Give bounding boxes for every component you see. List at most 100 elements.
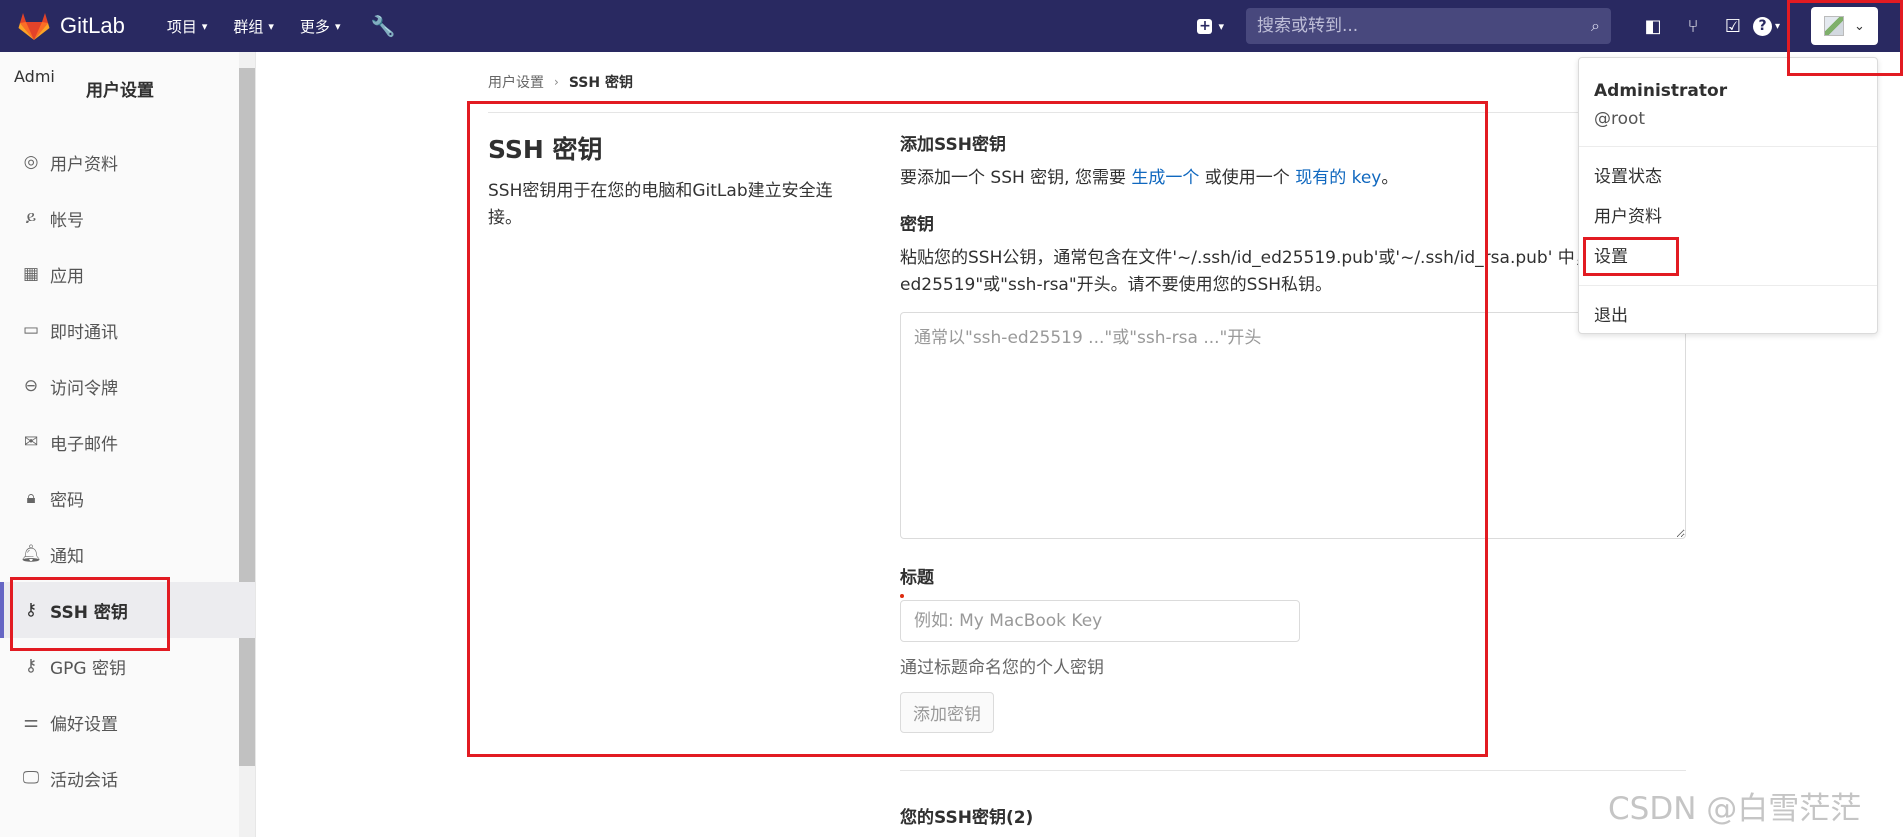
settings-sidebar: Admi 用户设置 ◎ 用户资料 ይ 帐号 ▦ 应用 ▭ 即时通讯 ⊖ 访问令牌… xyxy=(0,52,256,837)
comment-icon: ▭ xyxy=(22,320,40,340)
divider xyxy=(900,770,1686,771)
dropdown-user-info[interactable]: Administrator @root xyxy=(1579,58,1877,147)
title-field-help: 通过标题命名您的个人密钥 xyxy=(900,658,1104,678)
user-avatar-dropdown[interactable]: ⌄ xyxy=(1811,7,1878,45)
gitlab-logo-icon xyxy=(18,13,50,40)
sidebar-item-password[interactable]: 🔒︎ 密码 xyxy=(0,470,255,526)
user-handle: @root xyxy=(1594,109,1646,129)
search-input[interactable] xyxy=(1257,16,1592,36)
main-menu: 项目 ▾ 群组 ▾ 更多 ▾ 🔧 xyxy=(167,14,396,38)
ssh-keys-list-heading: 您的SSH密钥(2) xyxy=(900,808,1034,828)
menu-projects-label: 项目 xyxy=(166,17,197,36)
sidebar-item-profile[interactable]: ◎ 用户资料 xyxy=(0,134,255,190)
menu-more-label: 更多 xyxy=(299,17,330,36)
sidebar-item-label: GPG 密钥 xyxy=(50,658,127,679)
watermark: CSDN @白雪茫茫 xyxy=(1608,791,1862,827)
sidebar-item-active-sessions[interactable]: 🖵 活动会话 xyxy=(0,750,255,806)
chevron-down-icon: ▾ xyxy=(334,19,341,33)
sidebar-title: 用户设置 xyxy=(86,80,154,101)
menu-more[interactable]: 更多 ▾ xyxy=(300,14,341,38)
key-title-input[interactable] xyxy=(900,600,1300,642)
user-name: Administrator xyxy=(1594,81,1728,101)
sidebar-item-account[interactable]: ይ 帐号 xyxy=(0,190,255,246)
sidebar-item-label: 用户资料 xyxy=(50,154,118,175)
chevron-right-icon: › xyxy=(554,75,559,89)
help-icon: ? xyxy=(1753,16,1772,36)
breadcrumb-current[interactable]: SSH 密钥 xyxy=(569,72,633,92)
chevron-down-icon: ▾ xyxy=(268,19,274,33)
avatar-alt-text: Admi xyxy=(14,68,55,86)
existing-key-link[interactable]: 现有的 key xyxy=(1295,168,1381,188)
bell-icon: 🔔︎ xyxy=(20,544,42,564)
sidebar-item-label: SSH 密钥 xyxy=(50,602,128,623)
sidebar-nav: ◎ 用户资料 ይ 帐号 ▦ 应用 ▭ 即时通讯 ⊖ 访问令牌 ✉ 电子邮件 🔒︎… xyxy=(0,134,255,806)
user-circle-icon: ◎ xyxy=(23,152,39,172)
sidebar-item-label: 通知 xyxy=(50,546,84,567)
menu-groups[interactable]: 群组 ▾ xyxy=(233,14,274,38)
sidebar-item-label: 访问令牌 xyxy=(50,378,118,399)
sidebar-header[interactable]: Admi 用户设置 xyxy=(0,52,255,124)
todo-icon[interactable]: ☑ xyxy=(1713,16,1753,37)
issues-icon[interactable]: ◧ xyxy=(1633,16,1673,37)
sidebar-item-applications[interactable]: ▦ 应用 xyxy=(0,246,255,302)
divider xyxy=(488,112,1688,113)
grid-icon: ▦ xyxy=(22,264,40,284)
chevron-down-icon: ⌄ xyxy=(1854,18,1865,34)
menu-item-profile[interactable]: 用户资料 xyxy=(1579,197,1877,237)
sidebar-item-label: 帐号 xyxy=(50,210,84,231)
token-icon: ⊖ xyxy=(23,376,39,396)
gitlab-home-link[interactable]: GitLab xyxy=(18,11,125,41)
sidebar-item-label: 活动会话 xyxy=(50,770,118,791)
chevron-down-icon: ▾ xyxy=(1218,19,1224,33)
required-indicator xyxy=(900,594,904,598)
new-item-dropdown[interactable]: + ▾ xyxy=(1197,18,1224,34)
menu-item-set-status[interactable]: 设置状态 xyxy=(1579,157,1877,197)
lock-icon: 🔒︎ xyxy=(26,488,36,508)
breadcrumb-parent-link[interactable]: 用户设置 xyxy=(488,72,544,92)
monitor-icon: 🖵 xyxy=(22,768,40,788)
avatar xyxy=(1824,16,1845,36)
menu-projects[interactable]: 项目 ▾ xyxy=(167,14,208,38)
add-key-button[interactable]: 添加密钥 xyxy=(900,692,994,733)
help-dropdown[interactable]: ? ▾ xyxy=(1753,16,1793,36)
sidebar-item-emails[interactable]: ✉ 电子邮件 xyxy=(0,414,255,470)
intro-text: 或使用一个 xyxy=(1199,168,1296,188)
sidebar-item-notifications[interactable]: 🔔︎ 通知 xyxy=(0,526,255,582)
page-description: SSH密钥用于在您的电脑和GitLab建立安全连接。 xyxy=(488,181,833,228)
search-box: ⌕ xyxy=(1246,8,1611,44)
sidebar-item-label: 偏好设置 xyxy=(50,714,118,735)
sidebar-item-label: 电子邮件 xyxy=(50,434,118,455)
sidebar-item-ssh-keys[interactable]: ⚷ SSH 密钥 xyxy=(0,582,255,638)
dropdown-group: 退出 xyxy=(1579,286,1877,336)
mail-icon: ✉ xyxy=(23,432,39,452)
search-icon: ⌕ xyxy=(1591,16,1600,35)
user-dropdown-menu: Administrator @root 设置状态 用户资料 设置 退出 xyxy=(1578,57,1878,334)
sidebar-item-label: 应用 xyxy=(50,266,84,287)
menu-groups-label: 群组 xyxy=(233,17,264,36)
admin-wrench-icon[interactable]: 🔧 xyxy=(370,14,395,38)
generate-key-link[interactable]: 生成一个 xyxy=(1131,168,1199,188)
sidebar-item-gpg-keys[interactable]: ⚷ GPG 密钥 xyxy=(0,638,255,694)
dropdown-group: 设置状态 用户资料 设置 xyxy=(1579,147,1877,286)
navbar-right: + ▾ ⌕ ◧ ⑂ ☑ ? ▾ ⌄ xyxy=(1197,0,1903,52)
menu-item-settings[interactable]: 设置 xyxy=(1579,237,1877,277)
menu-item-sign-out[interactable]: 退出 xyxy=(1579,296,1877,336)
sidebar-item-access-tokens[interactable]: ⊖ 访问令牌 xyxy=(0,358,255,414)
sidebar-item-preferences[interactable]: ⚌ 偏好设置 xyxy=(0,694,255,750)
ssh-key-textarea[interactable] xyxy=(900,312,1686,539)
brand-name: GitLab xyxy=(60,13,125,38)
account-gear-icon: ይ xyxy=(25,208,37,228)
merge-request-icon[interactable]: ⑂ xyxy=(1673,16,1713,37)
preferences-icon: ⚌ xyxy=(23,712,39,732)
sidebar-item-chat[interactable]: ▭ 即时通讯 xyxy=(0,302,255,358)
sidebar-item-label: 密码 xyxy=(50,490,84,511)
breadcrumb: 用户设置 › SSH 密钥 xyxy=(488,72,633,92)
intro-text: 。 xyxy=(1381,168,1399,188)
chevron-down-icon: ▾ xyxy=(1775,20,1781,32)
key-icon: ⚷ xyxy=(24,600,38,620)
sidebar-item-label: 即时通讯 xyxy=(50,322,118,343)
avatar: Admi xyxy=(14,68,60,108)
top-navbar: GitLab 项目 ▾ 群组 ▾ 更多 ▾ 🔧 + ▾ ⌕ ◧ ⑂ ☑ ? ▾ xyxy=(0,0,1903,52)
page-title: SSH 密钥 xyxy=(488,135,603,164)
add-key-intro: 要添加一个 SSH 密钥, 您需要 生成一个 或使用一个 现有的 key。 xyxy=(900,165,1686,192)
